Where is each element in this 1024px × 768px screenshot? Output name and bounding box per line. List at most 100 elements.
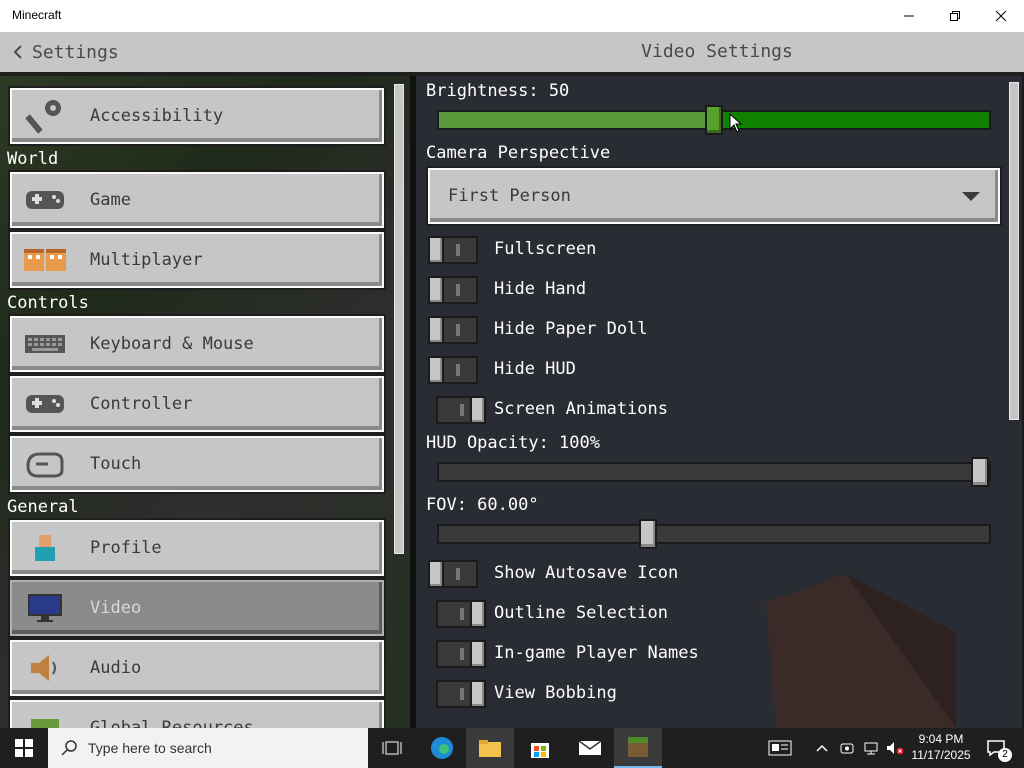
nav-label: Profile — [90, 538, 162, 558]
news-button[interactable] — [756, 728, 804, 768]
toggle-switch[interactable] — [436, 680, 486, 708]
nav-audio[interactable]: Audio — [10, 640, 384, 696]
back-button[interactable]: Settings — [12, 40, 119, 64]
hud-opacity-thumb[interactable] — [971, 457, 989, 487]
section-general: General — [7, 497, 79, 517]
toggle-label: Hide HUD — [494, 359, 576, 379]
fov-slider[interactable] — [437, 519, 991, 549]
restore-button[interactable] — [932, 0, 978, 32]
toggle-knob — [428, 276, 444, 304]
hud-opacity-slider[interactable] — [437, 457, 991, 487]
nav-label: Controller — [90, 394, 193, 414]
search-icon — [61, 740, 77, 756]
toggle-mark — [460, 648, 464, 660]
camera-perspective-dropdown[interactable]: First Person — [428, 168, 1000, 224]
taskbar-clock[interactable]: 9:04 PM 11/17/2025 — [906, 731, 976, 763]
mail-button[interactable] — [566, 728, 614, 768]
taskbar: Type here to search 9:04 PM 11/17/2025 2 — [0, 728, 1024, 768]
toggle-mark — [460, 404, 464, 416]
toggle-label: Outline Selection — [494, 603, 668, 623]
nav-video[interactable]: Video — [10, 580, 384, 636]
task-view-icon — [382, 741, 402, 755]
profile-icon — [22, 528, 68, 568]
toggle-switch[interactable] — [428, 316, 478, 344]
toggle-label: Fullscreen — [494, 239, 597, 259]
title-bar: Minecraft — [0, 0, 1024, 32]
toggle-switch[interactable] — [428, 276, 478, 304]
speaker-icon — [22, 648, 68, 688]
toggle-mark — [460, 608, 464, 620]
section-controls: Controls — [7, 293, 89, 313]
minecraft-icon — [628, 737, 648, 757]
page-title: Video Settings — [641, 41, 793, 62]
nav-keyboard-mouse[interactable]: Keyboard & Mouse — [10, 316, 384, 372]
notification-center-button[interactable]: 2 — [980, 728, 1012, 768]
nav-profile[interactable]: Profile — [10, 520, 384, 576]
close-icon — [995, 10, 1007, 22]
nav-label: Audio — [90, 658, 142, 678]
volume-button[interactable] — [884, 728, 906, 768]
players-icon — [22, 240, 68, 280]
back-label: Settings — [32, 41, 119, 63]
toggle-knob — [470, 396, 486, 424]
minecraft-taskbar-button[interactable] — [614, 728, 662, 768]
nav-label: Touch — [90, 454, 142, 474]
nav-label: Multiplayer — [90, 250, 203, 270]
nav-touch[interactable]: Touch — [10, 436, 384, 492]
toggle-switch[interactable] — [436, 640, 486, 668]
hud-opacity-label: HUD Opacity: 100% — [426, 433, 600, 453]
file-explorer-button[interactable] — [466, 728, 514, 768]
video-scrollbar[interactable] — [1009, 82, 1019, 420]
mail-icon — [578, 740, 602, 755]
toggle-switch[interactable] — [428, 560, 478, 588]
toggle-switch[interactable] — [436, 600, 486, 628]
volume-muted-icon — [887, 742, 904, 755]
toggle-switch[interactable] — [436, 396, 486, 424]
brightness-slider[interactable] — [437, 105, 991, 135]
toggle-knob — [428, 560, 444, 588]
edge-icon — [431, 737, 453, 759]
edge-button[interactable] — [418, 728, 466, 768]
nav-scrollbar[interactable] — [394, 84, 404, 554]
fov-label: FOV: 60.00° — [426, 495, 539, 515]
minimize-icon — [904, 15, 914, 17]
toggle-mark — [460, 688, 464, 700]
notification-badge: 2 — [998, 748, 1012, 762]
taskbar-search[interactable]: Type here to search — [48, 728, 368, 768]
nav-label: Accessibility — [90, 106, 224, 126]
minimize-button[interactable] — [886, 0, 932, 32]
folder-icon — [479, 740, 501, 757]
toggle-label: Hide Paper Doll — [494, 319, 648, 339]
chevron-down-icon — [962, 192, 980, 201]
nav-multiplayer[interactable]: Multiplayer — [10, 232, 384, 288]
meet-now-button[interactable] — [836, 728, 858, 768]
toggle-switch[interactable] — [428, 236, 478, 264]
camera-perspective-label: Camera Perspective — [426, 143, 611, 163]
fov-thumb[interactable] — [639, 519, 657, 549]
network-icon — [864, 742, 878, 755]
store-button[interactable] — [516, 728, 564, 768]
nav-game[interactable]: Game — [10, 172, 384, 228]
search-placeholder: Type here to search — [88, 740, 212, 756]
toggle-knob — [470, 640, 486, 668]
close-button[interactable] — [978, 0, 1024, 32]
tray-overflow-button[interactable] — [810, 728, 834, 768]
key-icon — [22, 96, 68, 136]
toggle-knob — [470, 680, 486, 708]
camera-icon — [840, 743, 854, 754]
window-title: Minecraft — [12, 8, 62, 22]
toggle-mark — [456, 364, 460, 376]
brightness-fill — [439, 112, 714, 128]
nav-accessibility[interactable]: Accessibility — [10, 88, 384, 144]
start-button[interactable] — [0, 728, 48, 768]
task-view-button[interactable] — [368, 728, 416, 768]
toggle-label: View Bobbing — [494, 683, 617, 703]
chevron-up-icon — [816, 744, 828, 752]
chevron-left-icon — [13, 45, 22, 59]
nav-controller[interactable]: Controller — [10, 376, 384, 432]
brightness-thumb[interactable] — [705, 105, 723, 135]
network-button[interactable] — [860, 728, 882, 768]
toggle-mark — [456, 284, 460, 296]
toggle-switch[interactable] — [428, 356, 478, 384]
restore-icon — [950, 11, 960, 21]
